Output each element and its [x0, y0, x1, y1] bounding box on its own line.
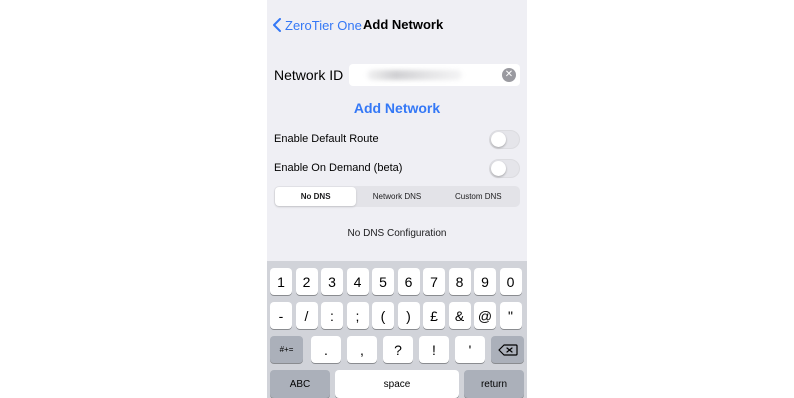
- dns-config-message: No DNS Configuration: [347, 228, 447, 239]
- space-key[interactable]: space: [335, 370, 459, 398]
- return-key[interactable]: return: [464, 370, 524, 398]
- key-exclaim[interactable]: !: [419, 336, 449, 363]
- key-2[interactable]: 2: [295, 268, 318, 295]
- key-close-paren[interactable]: ): [397, 302, 420, 329]
- toggle-knob: [491, 161, 506, 176]
- segment-custom-dns[interactable]: Custom DNS: [438, 187, 519, 206]
- key-question[interactable]: ?: [383, 336, 413, 363]
- dns-segmented-control: No DNS Network DNS Custom DNS: [274, 186, 520, 207]
- shift-symbols-key[interactable]: #+=: [270, 336, 303, 363]
- backspace-icon: [497, 343, 518, 356]
- key-pound[interactable]: £: [423, 302, 445, 329]
- key-open-paren[interactable]: (: [372, 302, 394, 329]
- back-button-label: ZeroTier One: [285, 17, 362, 33]
- key-9[interactable]: 9: [474, 268, 496, 295]
- key-colon[interactable]: :: [321, 302, 343, 329]
- on-demand-label: Enable On Demand (beta): [274, 162, 403, 174]
- key-period[interactable]: .: [311, 336, 341, 363]
- key-comma[interactable]: ,: [347, 336, 377, 363]
- chevron-left-icon: [273, 18, 281, 32]
- key-ampersand[interactable]: &: [448, 302, 471, 329]
- default-route-label: Enable Default Route: [274, 133, 379, 145]
- backspace-key[interactable]: [491, 336, 524, 363]
- key-slash[interactable]: /: [295, 302, 318, 329]
- key-apostrophe[interactable]: ': [455, 336, 485, 363]
- clear-icon[interactable]: ✕: [502, 68, 516, 82]
- key-0[interactable]: 0: [499, 268, 522, 295]
- on-demand-toggle[interactable]: [489, 159, 520, 178]
- key-8[interactable]: 8: [448, 268, 471, 295]
- network-id-field[interactable]: ✕: [349, 64, 520, 86]
- phone-screen: ZeroTier One Add Network Network ID ✕ Ad…: [267, 0, 527, 398]
- key-semicolon[interactable]: ;: [346, 302, 369, 329]
- segment-network-dns[interactable]: Network DNS: [356, 187, 437, 206]
- key-7[interactable]: 7: [423, 268, 445, 295]
- key-4[interactable]: 4: [346, 268, 369, 295]
- toggle-knob: [491, 132, 506, 147]
- segment-no-dns[interactable]: No DNS: [275, 187, 357, 206]
- network-id-redacted-value: [367, 70, 462, 80]
- key-1[interactable]: 1: [270, 268, 292, 295]
- key-3[interactable]: 3: [321, 268, 343, 295]
- network-id-label: Network ID: [274, 67, 344, 83]
- key-quote[interactable]: ": [499, 302, 522, 329]
- abc-key[interactable]: ABC: [270, 370, 330, 398]
- back-button[interactable]: ZeroTier One: [273, 16, 362, 34]
- default-route-toggle[interactable]: [489, 130, 520, 149]
- add-network-button[interactable]: Add Network: [267, 100, 527, 116]
- key-6[interactable]: 6: [397, 268, 420, 295]
- key-hyphen[interactable]: -: [270, 302, 292, 329]
- key-at[interactable]: @: [474, 302, 496, 329]
- page-title: Add Network: [363, 17, 444, 32]
- numeric-keyboard: 1 2 3 4 5 6 7 8 9 0 - / : ; ( ) £ & @ " …: [267, 261, 527, 398]
- key-5[interactable]: 5: [372, 268, 394, 295]
